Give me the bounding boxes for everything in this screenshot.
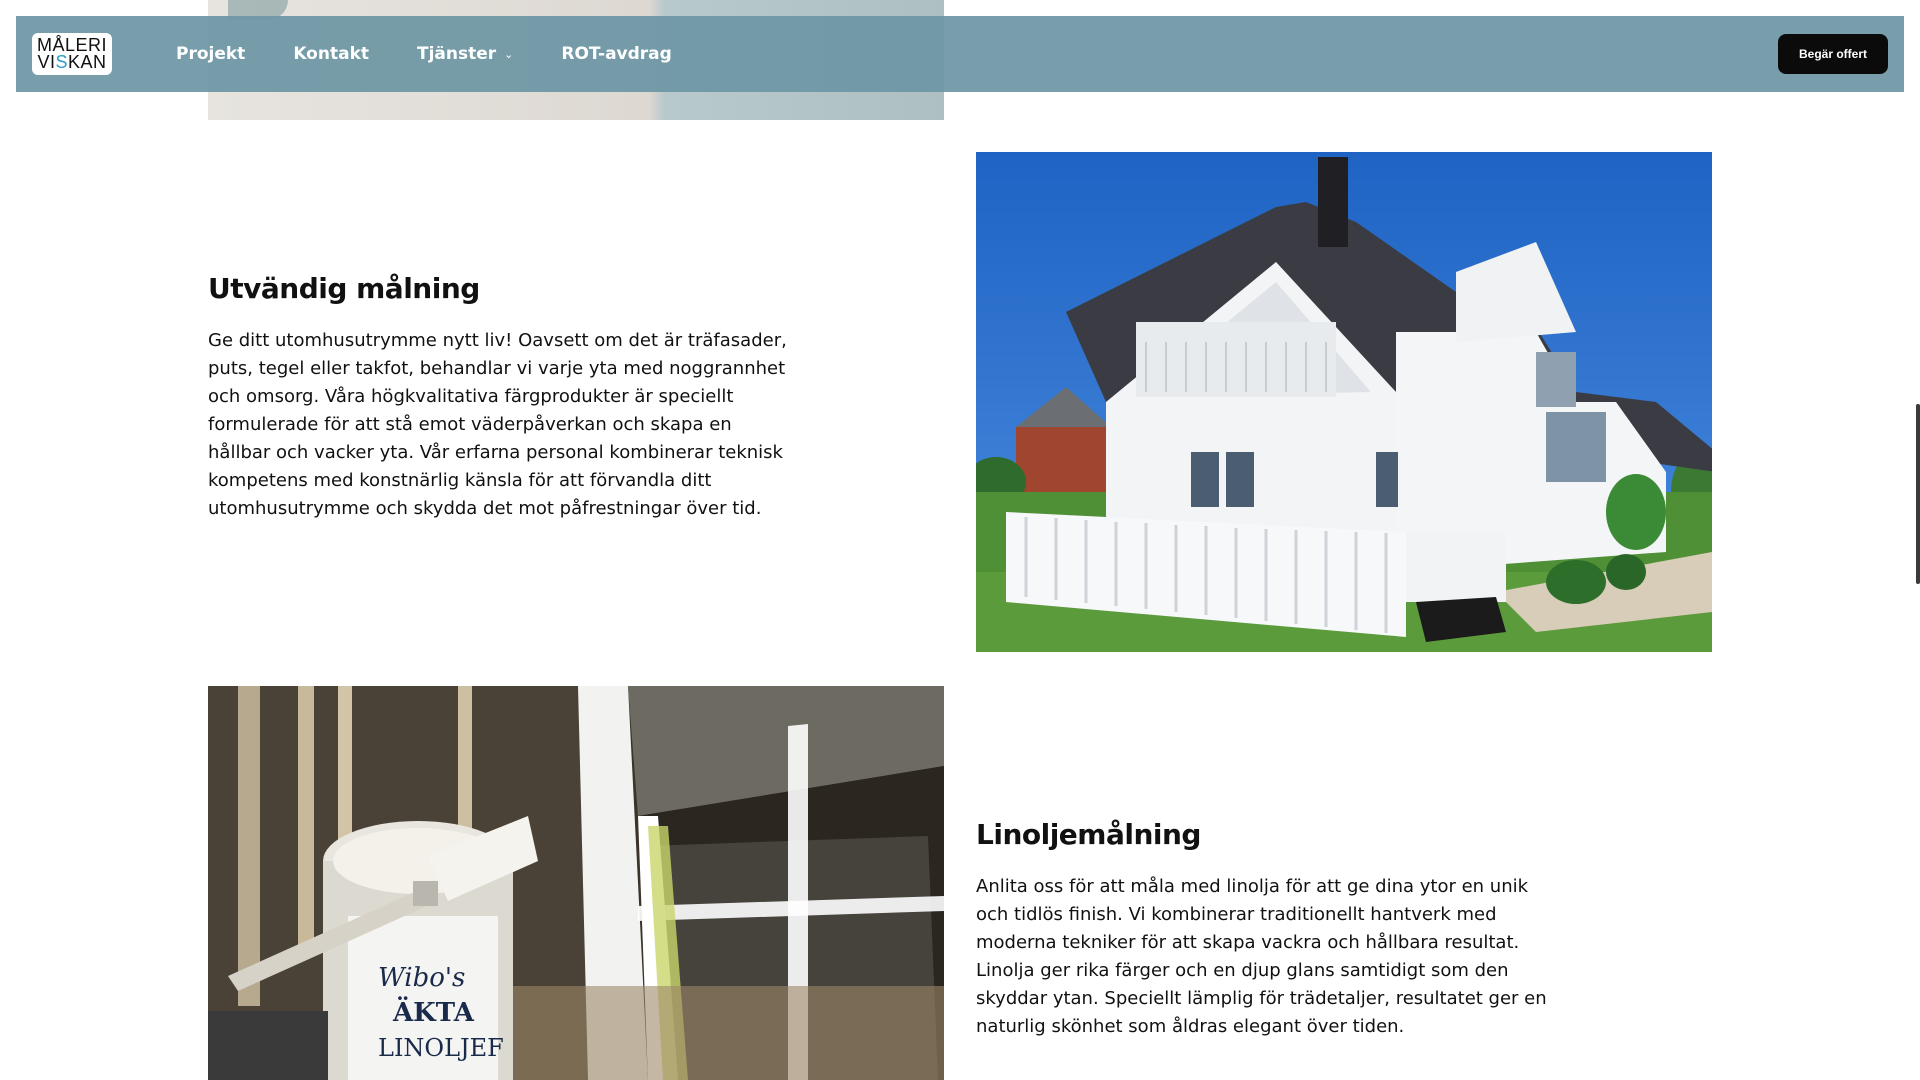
can-label-brand: Wibo's: [378, 963, 465, 993]
section-exterior-painting: Utvändig målning Ge ditt utomhusutrymme …: [208, 272, 798, 523]
linseed-paint-window-photo: Wibo's ÄKTA LINOLJEF: [208, 686, 944, 1080]
can-label-title: ÄKTA: [392, 996, 475, 1028]
request-quote-button[interactable]: Begär offert: [1778, 34, 1888, 74]
section-title: Utvändig målning: [208, 272, 480, 305]
chevron-down-icon: ⌄: [504, 47, 514, 61]
can-label-product: LINOLJEF: [378, 1034, 504, 1062]
white-house-photo: [976, 152, 1712, 652]
navbar: MÅLERI VISKAN Projekt Kontakt Tjänster ⌄ …: [16, 16, 1904, 92]
page: MÅLERI VISKAN Projekt Kontakt Tjänster ⌄ …: [0, 0, 1920, 1080]
section-body: Anlita oss för att måla med linolja för …: [976, 876, 1547, 1037]
nav-link-kontakt[interactable]: Kontakt: [293, 44, 369, 64]
nav-link-rot-avdrag[interactable]: ROT-avdrag: [561, 44, 671, 64]
logo-line2: VISKAN: [37, 52, 107, 72]
scrollbar[interactable]: [1916, 404, 1920, 584]
logo[interactable]: MÅLERI VISKAN: [32, 33, 112, 75]
section-linseed-oil-painting: Linoljemålning Anlita oss för att måla m…: [976, 818, 1566, 1041]
nav-link-projekt[interactable]: Projekt: [176, 44, 245, 64]
section-body: Ge ditt utomhusutrymme nytt liv! Oavsett…: [208, 330, 787, 519]
nav-links: Projekt Kontakt Tjänster ⌄ ROT-avdrag: [176, 44, 672, 64]
section-title: Linoljemålning: [976, 818, 1201, 851]
nav-link-tjanster[interactable]: Tjänster ⌄: [417, 44, 513, 64]
